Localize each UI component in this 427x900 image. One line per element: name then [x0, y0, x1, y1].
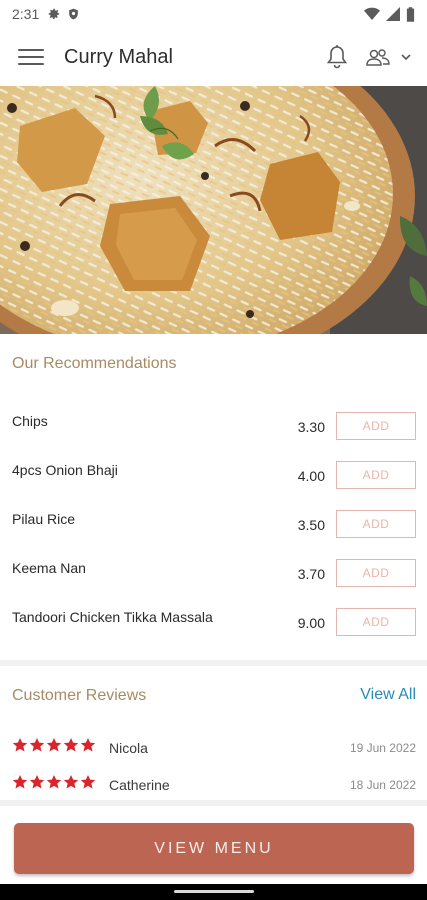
recommendation-item: Tandoori Chicken Tikka Massala 9.00 ADD [0, 596, 427, 645]
item-name: Tandoori Chicken Tikka Massala [12, 609, 213, 625]
reviews-header: Customer Reviews View All [0, 684, 427, 708]
status-bar: 2:31 [0, 0, 427, 28]
recommendation-item: Pilau Rice 3.50 ADD [0, 498, 427, 547]
item-price: 9.00 [297, 615, 325, 631]
settings-gear-icon [49, 8, 60, 20]
page-title: Curry Mahal [64, 45, 173, 68]
add-to-cart-button[interactable]: ADD [336, 461, 416, 489]
bottom-action-bar: VIEW MENU [0, 806, 427, 884]
star-icon [80, 738, 96, 752]
star-icon [80, 775, 96, 789]
star-icon [46, 738, 62, 752]
reviewer-name: Nicola [109, 740, 148, 756]
view-all-reviews-link[interactable]: View All [360, 686, 416, 704]
shield-icon [69, 8, 79, 20]
item-name: Keema Nan [12, 560, 86, 576]
star-icon [29, 738, 45, 752]
star-icon [12, 738, 28, 752]
account-switch-dropdown[interactable] [365, 47, 413, 67]
add-to-cart-button[interactable]: ADD [336, 510, 416, 538]
review-date: 19 Jun 2022 [349, 741, 416, 755]
add-to-cart-button[interactable]: ADD [336, 559, 416, 587]
app-bar: Curry Mahal [0, 28, 427, 86]
star-icon [46, 775, 62, 789]
review-item: Nicola 19 Jun 2022 [0, 737, 427, 761]
hero-food-image [0, 86, 427, 334]
cell-signal-icon [386, 7, 400, 21]
section-divider [0, 660, 427, 666]
item-price: 3.70 [297, 566, 325, 582]
add-to-cart-button[interactable]: ADD [336, 608, 416, 636]
recommendation-item: 4pcs Onion Bhaji 4.00 ADD [0, 449, 427, 498]
battery-icon [406, 6, 415, 22]
star-rating [12, 774, 96, 790]
item-name: Pilau Rice [12, 511, 76, 527]
star-icon [12, 775, 28, 789]
recommendation-item: Keema Nan 3.70 ADD [0, 547, 427, 596]
item-name: Chips [12, 413, 48, 429]
item-price: 3.30 [297, 419, 325, 435]
star-rating [12, 737, 96, 753]
reviews-title: Customer Reviews [12, 687, 147, 704]
wifi-icon [364, 7, 380, 20]
recommendations-title: Our Recommendations [12, 355, 177, 372]
add-to-cart-button[interactable]: ADD [336, 412, 416, 440]
status-time: 2:31 [12, 6, 40, 22]
view-menu-button[interactable]: VIEW MENU [14, 823, 414, 874]
review-item: Catherine 18 Jun 2022 [0, 774, 427, 798]
recommendation-item: Chips 3.30 ADD [0, 400, 427, 449]
item-price: 4.00 [297, 468, 325, 484]
home-gesture-handle[interactable] [174, 890, 254, 893]
notifications-bell-icon[interactable] [325, 44, 349, 70]
reviewer-name: Catherine [109, 777, 170, 793]
item-name: 4pcs Onion Bhaji [12, 462, 118, 478]
chevron-down-icon [401, 54, 411, 61]
hamburger-menu-icon[interactable] [18, 45, 44, 69]
users-icon [366, 49, 390, 66]
star-icon [29, 775, 45, 789]
star-icon [63, 738, 79, 752]
recommendations-list: Chips 3.30 ADD 4pcs Onion Bhaji 4.00 ADD… [0, 400, 427, 645]
system-navigation-bar [0, 884, 427, 900]
review-date: 18 Jun 2022 [349, 778, 416, 792]
item-price: 3.50 [297, 517, 325, 533]
star-icon [63, 775, 79, 789]
